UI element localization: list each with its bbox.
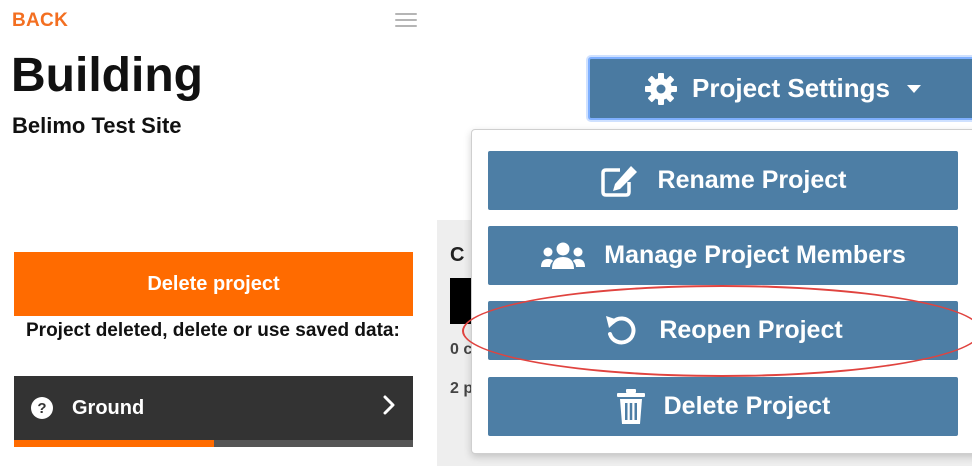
background-text-line: 0 c (450, 341, 473, 358)
ground-progress-bar (14, 440, 413, 447)
manage-project-members-label: Manage Project Members (604, 241, 906, 269)
rename-project-menu-item[interactable]: Rename Project (488, 151, 958, 210)
project-deleted-message: Project deleted, delete or use saved dat… (26, 320, 400, 341)
delete-project-menu-label: Delete Project (663, 392, 831, 420)
reopen-project-menu-item[interactable]: Reopen Project (488, 301, 958, 360)
project-settings-button[interactable]: Project Settings (588, 57, 972, 120)
edit-icon (600, 165, 637, 197)
page-title: Building (11, 49, 203, 102)
caret-down-icon (906, 84, 921, 93)
delete-project-button[interactable]: Delete project (14, 252, 413, 316)
gear-icon (645, 72, 677, 105)
manage-project-members-menu-item[interactable]: Manage Project Members (488, 226, 958, 285)
ground-label: Ground (72, 396, 145, 419)
users-icon (541, 242, 586, 269)
question-icon: ? (31, 397, 53, 419)
background-heading: C (450, 244, 465, 266)
back-link[interactable]: BACK (12, 10, 68, 32)
page-subtitle: Belimo Test Site (12, 113, 182, 138)
hamburger-menu-icon[interactable] (395, 13, 417, 31)
ground-progress-fill (14, 440, 214, 447)
delete-project-menu-item[interactable]: Delete Project (488, 377, 958, 436)
chevron-right-icon (383, 395, 395, 415)
ground-list-item[interactable]: ? Ground (14, 376, 413, 440)
undo-icon (606, 315, 636, 344)
reopen-project-label: Reopen Project (659, 316, 843, 344)
background-text-line: 2 p (450, 380, 474, 397)
rename-project-label: Rename Project (657, 166, 847, 194)
trash-icon (616, 388, 645, 424)
project-settings-label: Project Settings (692, 73, 890, 103)
